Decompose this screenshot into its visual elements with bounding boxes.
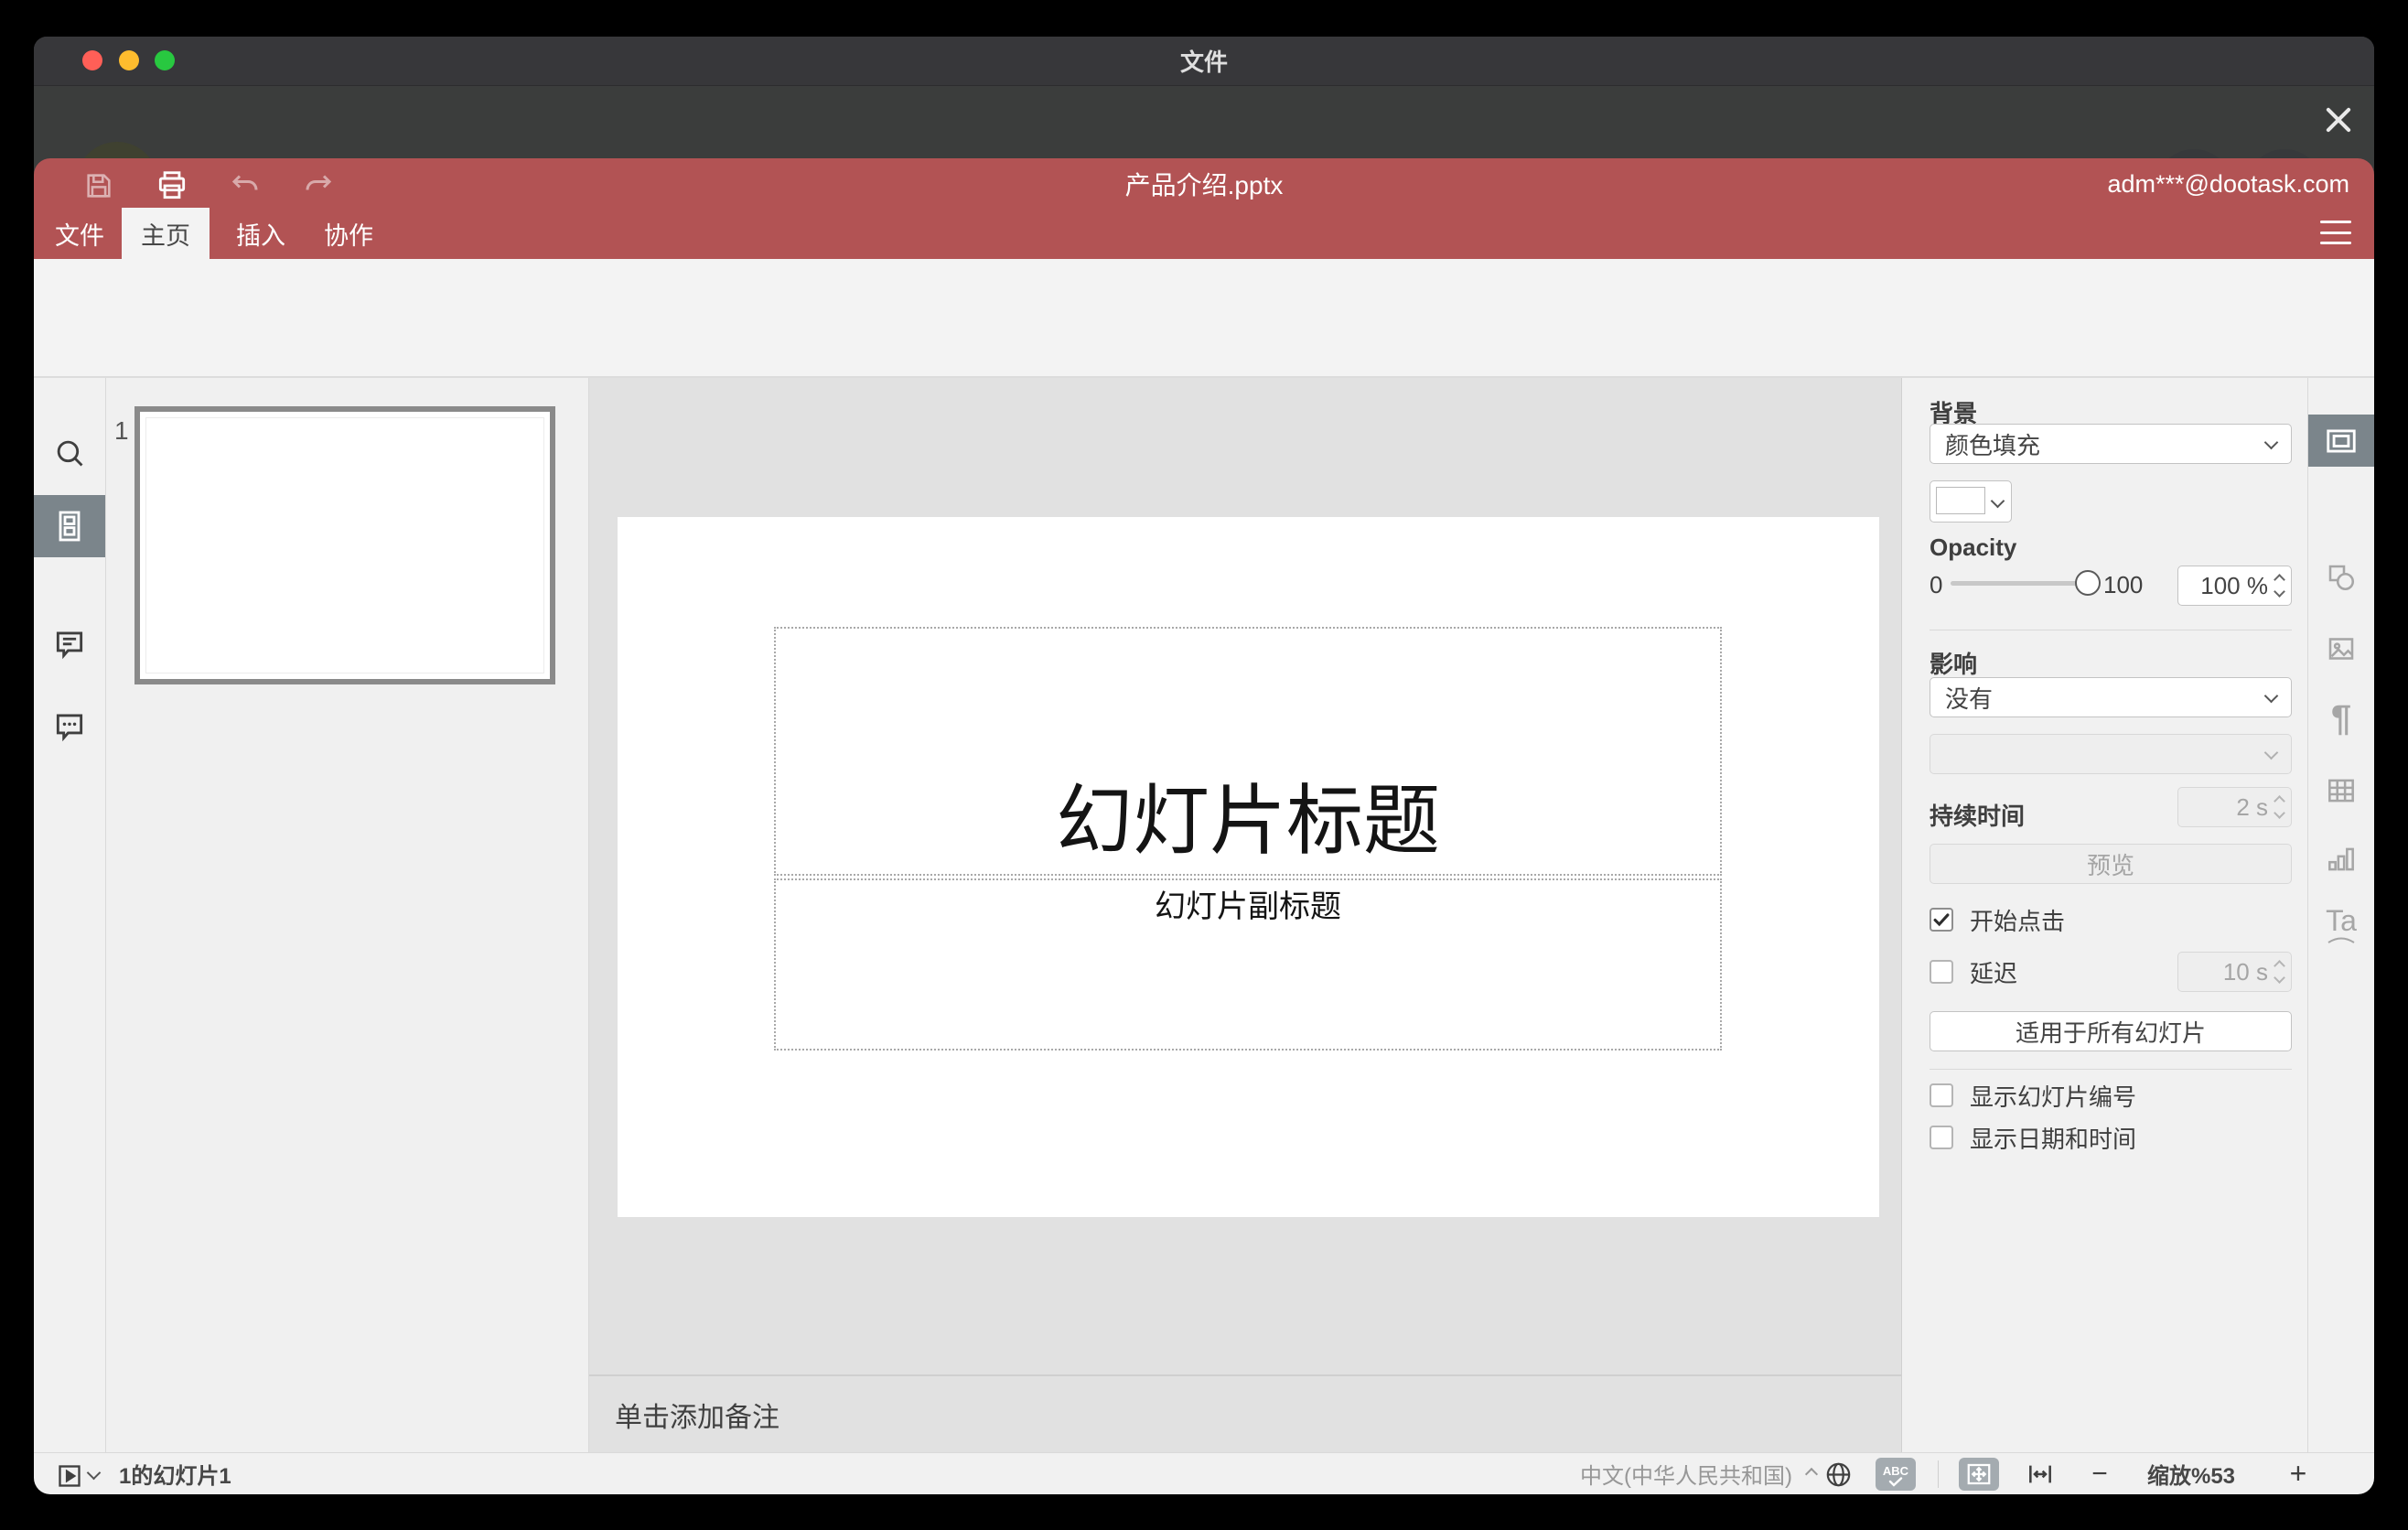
notes-area[interactable]: 单击添加备注 [589, 1374, 1901, 1452]
slide-canvas[interactable]: 幻灯片标题 幻灯片副标题 [618, 517, 1879, 1217]
table-settings-icon[interactable] [2308, 763, 2374, 818]
show-slide-number-label: 显示幻灯片编号 [1970, 1083, 2137, 1111]
shape-settings-icon[interactable] [2308, 550, 2374, 605]
tab-home[interactable]: 主页 [122, 208, 210, 259]
play-slideshow-icon[interactable] [57, 1463, 82, 1489]
zoom-out-button[interactable]: − [2081, 1453, 2118, 1494]
start-on-click-checkbox[interactable] [1930, 908, 1953, 932]
show-slide-number-checkbox[interactable] [1930, 1083, 1953, 1107]
opacity-slider-knob[interactable] [2075, 570, 2101, 596]
slide-subtitle-text: 幻灯片副标题 [1155, 889, 1341, 924]
slide-count-label: 1的幻灯片1 [119, 1464, 231, 1489]
editor-header: 产品介绍.pptx adm***@dootask.com 文件 主页 插入 协作 [34, 158, 2374, 259]
close-icon[interactable] [2317, 98, 2360, 142]
slide-thumbnail-1[interactable] [134, 406, 555, 684]
fit-slide-icon[interactable] [1959, 1458, 1999, 1491]
slide-title-text: 幻灯片标题 [1055, 778, 1440, 864]
tab-insert[interactable]: 插入 [222, 208, 299, 259]
show-date-time-label: 显示日期和时间 [1970, 1125, 2137, 1153]
zoom-level-label: 缩放%53 [2147, 1464, 2236, 1489]
slide-settings-icon[interactable] [2308, 415, 2374, 467]
delay-label: 延迟 [1970, 959, 2018, 987]
duration-spinner: 2 s [2177, 787, 2292, 827]
textart-settings-icon[interactable]: Ta [2308, 898, 2374, 953]
notes-placeholder: 单击添加备注 [615, 1402, 779, 1433]
show-date-time-checkbox[interactable] [1930, 1126, 1953, 1149]
user-email: adm***@dootask.com [2107, 169, 2349, 198]
effect-select[interactable]: 没有 [1930, 677, 2292, 717]
status-bar: 1的幻灯片1 中文(中华人民共和国) ABC − 缩放%53 + [34, 1452, 2374, 1494]
search-icon[interactable] [34, 426, 105, 480]
background-fill-select[interactable]: 颜色填充 [1930, 424, 2292, 464]
color-swatch [1936, 487, 1985, 514]
fit-width-icon[interactable] [2020, 1458, 2060, 1491]
play-slideshow-chevron[interactable] [86, 1465, 102, 1481]
opacity-label: Opacity [1930, 533, 2017, 561]
background-color-picker[interactable] [1930, 480, 2012, 523]
chart-settings-icon[interactable] [2308, 832, 2374, 887]
tab-file[interactable]: 文件 [43, 208, 116, 259]
apply-to-all-button[interactable]: 适用于所有幻灯片 [1930, 1011, 2292, 1051]
chat-icon[interactable] [34, 698, 105, 753]
window-title: 文件 [1179, 48, 1228, 76]
delay-spinner: 10 s [2177, 952, 2292, 992]
language-label[interactable]: 中文(中华人民共和国) [1580, 1453, 1792, 1494]
preview-button: 预览 [1930, 844, 2292, 884]
opacity-slider-track[interactable] [1951, 581, 2086, 586]
spellcheck-icon[interactable]: ABC [1876, 1458, 1916, 1491]
language-chevron-icon[interactable] [1804, 1467, 1819, 1482]
start-on-click-label: 开始点击 [1970, 907, 2066, 935]
paragraph-settings-icon[interactable]: ¶ [2308, 691, 2374, 746]
titlebar: 文件 [34, 37, 2374, 86]
duration-label: 持续时间 [1930, 803, 2026, 830]
tab-collaboration[interactable]: 协作 [310, 208, 387, 259]
opacity-value-spinner[interactable]: 100 % [2177, 566, 2292, 606]
image-settings-icon[interactable] [2308, 621, 2374, 676]
left-sidebar [34, 378, 106, 1452]
title-placeholder[interactable]: 幻灯片标题 [774, 627, 1722, 876]
toolbar: 添加幻灯片 A▲ A▼ Aa B I U S A2 A2 [34, 259, 2374, 589]
delay-checkbox[interactable] [1930, 960, 1953, 984]
effect-option-select [1930, 734, 2292, 774]
opacity-min: 0 [1930, 571, 1943, 598]
comments-icon[interactable] [34, 616, 105, 671]
opacity-max: 100 [2103, 571, 2144, 598]
slides-panel-icon[interactable] [34, 495, 105, 557]
document-title: 产品介绍.pptx [1124, 171, 1284, 199]
zoom-in-button[interactable]: + [2280, 1453, 2317, 1494]
document-language-icon[interactable] [1822, 1458, 1854, 1491]
menu-icon[interactable] [2320, 221, 2351, 244]
app-window: 文件 产品介绍.pptx adm***@dootask.com 文件 主页 插入… [34, 37, 2374, 1494]
effect-label: 影响 [1930, 651, 1978, 678]
thumbnail-number: 1 [114, 416, 129, 445]
subtitle-placeholder[interactable]: 幻灯片副标题 [774, 878, 1722, 1051]
right-sidebar: ¶ Ta [2307, 378, 2374, 1452]
